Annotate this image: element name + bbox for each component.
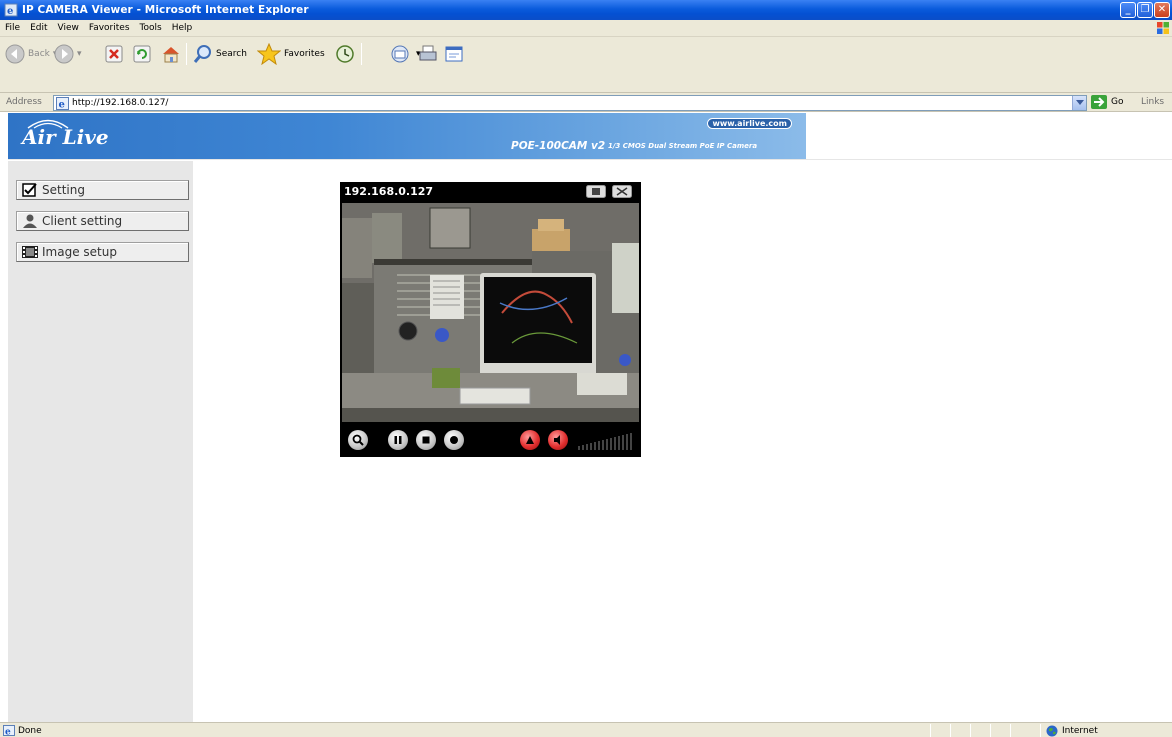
camera-viewer: 192.168.0.127 bbox=[340, 182, 641, 457]
menu-help[interactable]: Help bbox=[172, 23, 193, 33]
back-button[interactable]: Back ▾ bbox=[5, 44, 57, 64]
chevron-down-icon bbox=[1075, 100, 1084, 105]
menu-file[interactable]: File bbox=[5, 23, 20, 33]
client-setting-label: Client setting bbox=[42, 214, 123, 228]
mute-button[interactable] bbox=[548, 430, 568, 450]
star-icon bbox=[257, 43, 281, 65]
security-zone: Internet bbox=[1062, 726, 1098, 736]
airlive-logo: Air Live bbox=[22, 125, 109, 149]
menu-view[interactable]: View bbox=[58, 23, 79, 33]
print-button[interactable] bbox=[418, 44, 438, 64]
forward-button[interactable]: ▾ bbox=[54, 44, 82, 64]
page-content: Air Live www.airlive.com POE-100CAM v2 1… bbox=[0, 113, 1172, 722]
camera-video-feed[interactable] bbox=[342, 203, 639, 422]
volume-slider[interactable] bbox=[578, 432, 636, 450]
client-setting-button[interactable]: Client setting bbox=[16, 211, 189, 231]
setting-button[interactable]: Setting bbox=[16, 180, 189, 200]
restore-button[interactable]: ❐ bbox=[1137, 2, 1153, 18]
search-icon bbox=[193, 45, 211, 63]
record-icon bbox=[450, 436, 458, 444]
forward-dropdown-icon[interactable]: ▾ bbox=[77, 49, 82, 59]
address-bar: Address e http://192.168.0.127/ Go Links bbox=[0, 93, 1172, 112]
menu-edit[interactable]: Edit bbox=[30, 23, 47, 33]
mail-button[interactable]: ▾ bbox=[391, 44, 421, 64]
home-icon bbox=[163, 47, 179, 63]
minimize-button[interactable]: _ bbox=[1120, 2, 1136, 18]
snapshot-icon bbox=[526, 436, 534, 444]
setting-label: Setting bbox=[42, 183, 85, 197]
globe-icon bbox=[1046, 725, 1058, 737]
speaker-mute-icon bbox=[554, 435, 560, 445]
image-setup-button[interactable]: Image setup bbox=[16, 242, 189, 262]
window-title: IP CAMERA Viewer - Microsoft Internet Ex… bbox=[22, 4, 309, 16]
website-link[interactable]: www.airlive.com bbox=[707, 118, 792, 129]
go-arrow-icon bbox=[1091, 95, 1107, 109]
windows-logo-icon bbox=[1157, 22, 1169, 34]
address-label: Address bbox=[6, 97, 42, 107]
stop-x-icon bbox=[105, 45, 123, 63]
address-dropdown-button[interactable] bbox=[1072, 96, 1086, 110]
model-name: POE-100CAM v2 bbox=[511, 140, 606, 152]
ie-page-icon: e bbox=[3, 725, 15, 736]
ie-page-icon: e bbox=[4, 3, 18, 17]
camera-controls bbox=[340, 424, 641, 457]
window-titlebar: e IP CAMERA Viewer - Microsoft Internet … bbox=[0, 0, 1172, 20]
menu-favorites[interactable]: Favorites bbox=[89, 23, 130, 33]
menu-tools[interactable]: Tools bbox=[140, 23, 162, 33]
go-button[interactable]: Go bbox=[1091, 95, 1123, 109]
zoom-icon bbox=[352, 434, 364, 446]
film-icon bbox=[22, 246, 38, 258]
search-button[interactable]: Search bbox=[193, 44, 247, 64]
svg-text:e: e bbox=[7, 6, 13, 17]
ie-page-icon: e bbox=[56, 96, 69, 110]
browser-toolbar: Back ▾ ▾ Search bbox=[0, 37, 1172, 93]
home-button[interactable] bbox=[161, 44, 181, 64]
mail-icon bbox=[391, 45, 409, 63]
address-url: http://192.168.0.127/ bbox=[72, 98, 169, 108]
header-banner: Air Live www.airlive.com POE-100CAM v2 1… bbox=[8, 113, 806, 159]
divider bbox=[8, 159, 1172, 160]
edit-button[interactable] bbox=[444, 44, 464, 64]
printer-icon bbox=[419, 45, 437, 61]
user-icon bbox=[23, 214, 37, 228]
forward-arrow-icon bbox=[54, 44, 74, 64]
zoom-button[interactable] bbox=[348, 430, 368, 450]
history-button[interactable] bbox=[335, 44, 355, 64]
status-text: Done bbox=[18, 726, 42, 736]
back-arrow-icon bbox=[5, 44, 25, 64]
fullscreen-icon[interactable] bbox=[612, 185, 632, 198]
refresh-button[interactable] bbox=[133, 45, 151, 63]
aspect-ratio-icon[interactable] bbox=[586, 185, 606, 198]
stop-button[interactable] bbox=[105, 45, 123, 63]
pause-button[interactable] bbox=[388, 430, 408, 450]
pause-icon bbox=[394, 436, 402, 444]
close-button[interactable]: ✕ bbox=[1154, 2, 1170, 18]
image-setup-label: Image setup bbox=[42, 245, 117, 259]
stop-button[interactable] bbox=[416, 430, 436, 450]
camera-ip-label: 192.168.0.127 bbox=[344, 185, 434, 198]
address-input[interactable]: e http://192.168.0.127/ bbox=[53, 95, 1087, 111]
history-icon bbox=[336, 45, 354, 63]
edit-page-icon bbox=[445, 46, 463, 62]
status-bar: e Done Internet bbox=[0, 722, 1172, 737]
svg-text:e: e bbox=[5, 728, 11, 737]
sidebar: Setting Client setting Image setup bbox=[8, 161, 193, 722]
links-button[interactable]: Links bbox=[1141, 97, 1164, 107]
stop-icon bbox=[422, 436, 430, 444]
checkbox-icon bbox=[22, 183, 37, 197]
snapshot-button[interactable] bbox=[520, 430, 540, 450]
refresh-icon bbox=[133, 45, 151, 63]
menu-bar: File Edit View Favorites Tools Help bbox=[0, 20, 1172, 37]
record-button[interactable] bbox=[444, 430, 464, 450]
svg-text:e: e bbox=[59, 99, 65, 110]
model-description: 1/3 CMOS Dual Stream PoE IP Camera bbox=[608, 142, 758, 150]
favorites-button[interactable]: Favorites bbox=[257, 43, 325, 65]
